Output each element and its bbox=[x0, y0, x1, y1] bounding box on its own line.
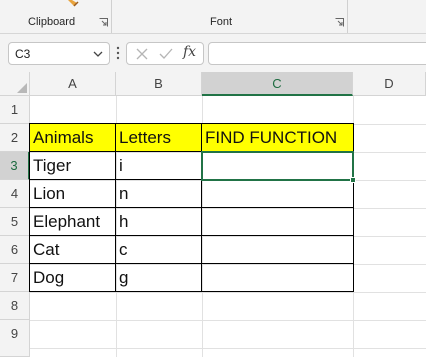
name-box[interactable]: C3 bbox=[8, 42, 110, 65]
row-header-1[interactable]: 1 bbox=[0, 96, 30, 124]
insert-function-button[interactable]: fx bbox=[183, 44, 196, 60]
gridline bbox=[30, 348, 426, 349]
row-header-4[interactable]: 4 bbox=[0, 180, 30, 208]
clipboard-group: Clipboard bbox=[0, 0, 110, 33]
table-border bbox=[353, 123, 354, 292]
formula-actions: fx bbox=[126, 42, 204, 65]
spreadsheet-grid: A B C D 1 2 3 4 5 6 7 8 9 Animals Letter… bbox=[0, 72, 426, 357]
select-all-button[interactable] bbox=[0, 72, 30, 96]
cell-b6[interactable]: c bbox=[116, 236, 202, 264]
cell-a3[interactable]: Tiger bbox=[30, 152, 116, 180]
cell-b4[interactable]: n bbox=[116, 180, 202, 208]
font-group-label: Font bbox=[210, 16, 233, 28]
row-header-9[interactable]: 9 bbox=[0, 320, 30, 357]
column-header-b[interactable]: B bbox=[116, 72, 202, 96]
formula-input[interactable] bbox=[208, 42, 426, 65]
cell-b3[interactable]: i bbox=[116, 152, 202, 180]
row-header-2[interactable]: 2 bbox=[0, 124, 30, 152]
ribbon: Clipboard Font bbox=[0, 0, 426, 34]
table-border bbox=[115, 123, 116, 292]
table-border bbox=[29, 123, 30, 292]
column-header-a[interactable]: A bbox=[30, 72, 116, 96]
cell-b2-header-letters[interactable]: Letters bbox=[116, 124, 202, 152]
cell-c7[interactable] bbox=[202, 264, 353, 292]
cell-c5[interactable] bbox=[202, 208, 353, 236]
cell-a4[interactable]: Lion bbox=[30, 180, 116, 208]
active-cell-selection[interactable] bbox=[201, 151, 354, 181]
cancel-icon[interactable] bbox=[135, 47, 149, 61]
row-header-3[interactable]: 3 bbox=[0, 152, 30, 180]
cell-c6[interactable] bbox=[202, 236, 353, 264]
table-border bbox=[201, 123, 202, 292]
table-border bbox=[29, 291, 354, 292]
more-options-icon[interactable] bbox=[116, 45, 120, 61]
cell-a2-header-animals[interactable]: Animals bbox=[30, 124, 116, 152]
column-header-c[interactable]: C bbox=[202, 72, 353, 96]
row-header-8[interactable]: 8 bbox=[0, 292, 30, 320]
row-header-5[interactable]: 5 bbox=[0, 208, 30, 236]
cell-b5[interactable]: h bbox=[116, 208, 202, 236]
row-header-6[interactable]: 6 bbox=[0, 236, 30, 264]
cell-c4[interactable] bbox=[202, 180, 353, 208]
row-header-7[interactable]: 7 bbox=[0, 264, 30, 292]
table-border bbox=[29, 123, 354, 124]
cell-b7[interactable]: g bbox=[116, 264, 202, 292]
table-border bbox=[29, 263, 354, 264]
chevron-down-icon[interactable] bbox=[93, 49, 103, 59]
dialog-launcher-icon[interactable] bbox=[335, 18, 344, 27]
check-icon[interactable] bbox=[159, 47, 173, 61]
name-box-value: C3 bbox=[15, 47, 31, 61]
dialog-launcher-icon[interactable] bbox=[99, 18, 108, 27]
gridline bbox=[30, 320, 426, 321]
formula-bar: C3 fx bbox=[0, 34, 426, 72]
select-all-icon bbox=[17, 83, 27, 93]
gridline bbox=[30, 292, 426, 293]
paint-brush-icon[interactable] bbox=[66, 0, 80, 8]
clipboard-group-label: Clipboard bbox=[28, 16, 76, 28]
column-header-d[interactable]: D bbox=[353, 72, 426, 96]
table-border bbox=[29, 207, 354, 208]
cell-a6[interactable]: Cat bbox=[30, 236, 116, 264]
cell-c2-header-find-function[interactable]: FIND FUNCTION bbox=[202, 124, 353, 152]
cell-a7[interactable]: Dog bbox=[30, 264, 116, 292]
fill-handle[interactable] bbox=[350, 177, 356, 183]
cell-a5[interactable]: Elephant bbox=[30, 208, 116, 236]
font-group: Font bbox=[112, 0, 346, 33]
table-border bbox=[29, 235, 354, 236]
ribbon-separator bbox=[347, 0, 348, 33]
